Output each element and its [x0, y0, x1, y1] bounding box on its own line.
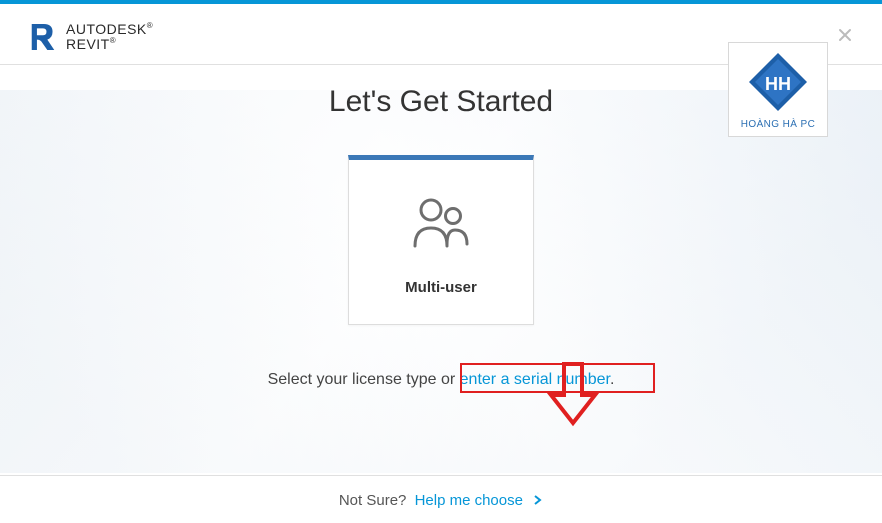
watermark-label: HOÀNG HÀ PC	[741, 119, 815, 130]
svg-text:HH: HH	[765, 74, 791, 94]
brand-block: AUTODESK® REVIT®	[30, 22, 153, 52]
not-sure-label: Not Sure?	[339, 492, 407, 509]
close-button[interactable]	[838, 28, 852, 47]
watermark-badge: HH HOÀNG HÀ PC	[728, 42, 828, 137]
footer: Not Sure? Help me choose	[0, 475, 882, 523]
brand-line2: REVIT	[66, 36, 110, 52]
enter-serial-link[interactable]: enter a serial number	[460, 371, 610, 388]
help-me-choose-link[interactable]: Help me choose	[415, 492, 523, 509]
license-prompt: Select your license type or enter a seri…	[0, 371, 882, 389]
brand-text: AUTODESK® REVIT®	[66, 22, 153, 51]
license-suffix: .	[610, 371, 614, 388]
multi-user-icon	[359, 196, 523, 257]
brand-line1: AUTODESK	[66, 21, 147, 37]
license-prefix: Select your license type or	[268, 371, 460, 388]
revit-logo-icon	[30, 22, 56, 52]
close-icon	[838, 28, 852, 42]
multi-user-option-card[interactable]: Multi-user	[348, 155, 534, 325]
watermark-logo-icon: HH	[745, 49, 811, 115]
chevron-right-icon	[533, 493, 543, 508]
option-label: Multi-user	[359, 279, 523, 296]
